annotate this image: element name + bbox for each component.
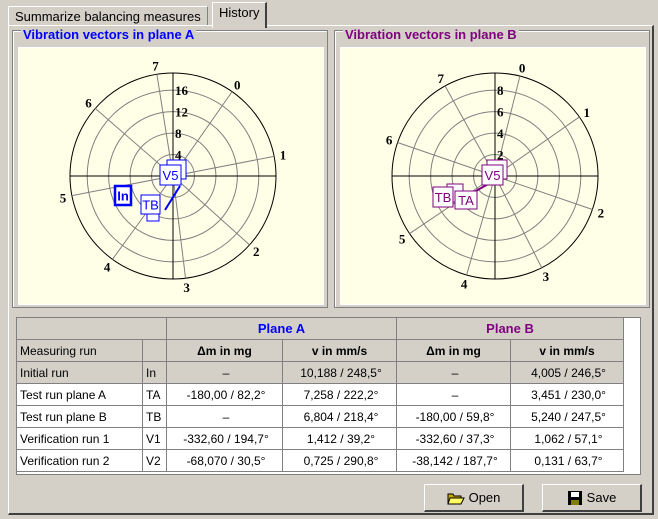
table-cell[interactable]: V1 [143,428,167,450]
floppy-disk-icon [567,490,582,505]
save-button[interactable]: Save [542,484,642,512]
table-cell[interactable]: -68,070 / 30,5° [167,450,283,472]
plane-a-panel: Vibration vectors in plane A 01234567481… [12,27,328,308]
scroll-down-button[interactable]: ▼ [640,459,641,475]
table-cell[interactable]: 10,188 / 248,5° [283,362,397,384]
table-cell[interactable]: In [143,362,167,384]
table-cell[interactable]: – [167,406,283,428]
spoke-label: 1 [280,148,287,163]
plane-b-header: Plane B [397,318,624,340]
spoke-label: 4 [104,260,111,275]
table-row[interactable]: Verification run 1 [17,428,143,450]
spoke-label: 6 [85,96,92,111]
open-label: Open [468,490,501,505]
table-cell[interactable]: 3,451 / 230,0° [511,384,624,406]
table-row[interactable]: Verification run 2 [17,450,143,472]
table-cell[interactable]: -38,142 / 187,7° [397,450,511,472]
spoke-label: 4 [461,277,468,292]
table-cell[interactable]: -332,60 / 194,7° [167,428,283,450]
marker-v5: V5 [485,168,501,183]
plane-a-title: Vibration vectors in plane A [21,27,197,42]
spoke-label: 6 [386,133,393,148]
column-header: Δm in mg [397,340,511,362]
spoke-label: 7 [437,71,444,86]
marker-in: In [117,189,129,204]
scroll-up-button[interactable]: ▲ [640,318,641,334]
table-cell[interactable]: TB [143,406,167,428]
marker-tb: TB [142,198,159,213]
plane-b-panel: Vibration vectors in plane B 01234567246… [334,27,650,308]
spoke-label: 5 [399,232,406,247]
ring-label: 16 [175,83,189,98]
table-cell[interactable]: – [397,362,511,384]
table-cell[interactable]: TA [143,384,167,406]
spoke-label: 2 [253,244,260,259]
ring-label: 4 [497,126,504,141]
tab-summarize[interactable]: Summarize balancing measures [8,6,208,26]
table-row[interactable]: Test run plane B [17,406,143,428]
header-blank [17,318,167,340]
table-cell[interactable]: 7,258 / 222,2° [283,384,397,406]
spoke [172,175,187,279]
tab-history[interactable]: History [212,2,268,28]
plane-a-polar-plot: 01234567481216InTBV5 [18,47,324,305]
marker-tb: TB [435,190,452,205]
column-header [143,340,167,362]
marker-v5: V5 [163,168,179,183]
ring-label: 8 [497,83,504,98]
history-table: ▲ ▼ Plane APlane BMeasuring runΔm in mgv… [16,317,641,475]
folder-open-icon [446,493,465,504]
table-cell[interactable]: V2 [143,450,167,472]
spoke-label: 1 [583,105,590,120]
spoke-label: 0 [234,77,241,92]
table-row[interactable]: Initial run [17,362,143,384]
scroll-thumb[interactable] [640,336,641,404]
plane-a-header: Plane A [167,318,397,340]
save-label: Save [586,490,617,505]
spoke-label: 7 [152,58,159,73]
table-cell[interactable]: -332,60 / 37,3° [397,428,511,450]
spoke-label: 3 [183,280,190,295]
spoke [172,175,250,246]
spoke [397,141,496,177]
column-header: v in mm/s [511,340,624,362]
table-cell[interactable]: 4,005 / 246,5° [511,362,624,384]
table-cell[interactable]: 1,412 / 39,2° [283,428,397,450]
open-button[interactable]: Open [424,484,524,512]
spoke-label: 3 [543,269,550,284]
table-cell[interactable]: – [167,362,283,384]
plane-b-polar-plot: 012345672468TB TAV5 [340,47,646,305]
ring-label: 6 [497,105,504,120]
table-cell[interactable]: 5,240 / 247,5° [511,406,624,428]
table-scrollbar[interactable]: ▲ ▼ [640,318,641,475]
table-row[interactable]: Test run plane A [17,384,143,406]
table-cell[interactable]: 1,062 / 57,1° [511,428,624,450]
ring-label: 8 [175,126,182,141]
table-cell[interactable]: -180,00 / 59,8° [397,406,511,428]
table-cell[interactable]: 0,131 / 63,7° [511,450,624,472]
table-cell[interactable]: 6,804 / 218,4° [283,406,397,428]
column-header: Measuring run [17,340,143,362]
spoke-label: 2 [598,205,605,220]
ring-label: 12 [175,105,188,120]
column-header: Δm in mg [167,340,283,362]
table-cell[interactable]: 0,725 / 290,8° [283,450,397,472]
marker-ta: TA [458,193,474,208]
column-header: v in mm/s [283,340,397,362]
spoke-label: 5 [60,190,67,205]
plane-b-title: Vibration vectors in plane B [343,27,519,42]
spoke-label: 0 [519,60,526,75]
table-cell[interactable]: – [397,384,511,406]
table-cell[interactable]: -180,00 / 82,2° [167,384,283,406]
